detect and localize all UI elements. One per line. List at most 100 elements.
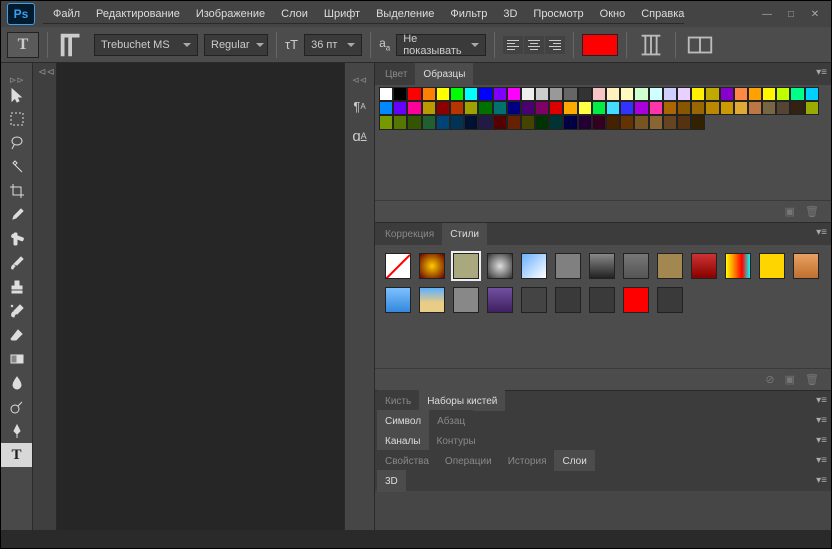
swatch[interactable] xyxy=(493,101,507,115)
swatch[interactable] xyxy=(663,101,677,115)
style-preset[interactable] xyxy=(521,287,547,313)
swatch[interactable] xyxy=(549,101,563,115)
swatch[interactable] xyxy=(393,115,407,129)
swatch[interactable] xyxy=(649,87,663,101)
tab-history[interactable]: История xyxy=(500,450,555,472)
swatch[interactable] xyxy=(705,101,719,115)
style-preset[interactable] xyxy=(453,287,479,313)
type-tool[interactable]: T xyxy=(1,443,32,467)
minimize-icon[interactable]: — xyxy=(755,5,779,23)
tab-styles[interactable]: Стили xyxy=(442,223,487,245)
blur-tool[interactable] xyxy=(1,371,32,395)
tab-paths[interactable]: Контуры xyxy=(429,430,484,452)
tab-3d[interactable]: 3D xyxy=(377,470,406,492)
swatch[interactable] xyxy=(720,87,734,101)
tool-preset[interactable]: T xyxy=(7,32,39,58)
crop-tool[interactable] xyxy=(1,179,32,203)
marquee-tool[interactable] xyxy=(1,107,32,131)
swatch[interactable] xyxy=(535,101,549,115)
swatch[interactable] xyxy=(634,115,648,129)
swatch[interactable] xyxy=(606,87,620,101)
swatch[interactable] xyxy=(663,87,677,101)
swatch[interactable] xyxy=(578,101,592,115)
tab-swatches[interactable]: Образцы xyxy=(415,63,473,85)
align-left-button[interactable] xyxy=(503,36,523,54)
swatch[interactable] xyxy=(563,115,577,129)
swatch[interactable] xyxy=(422,101,436,115)
menu-фильтр[interactable]: Фильтр xyxy=(450,8,487,20)
expand-dock-icon[interactable]: ⊲⊲ xyxy=(352,75,367,86)
swatch[interactable] xyxy=(790,101,804,115)
swatch[interactable] xyxy=(450,101,464,115)
swatch[interactable] xyxy=(734,101,748,115)
swatch[interactable] xyxy=(606,115,620,129)
align-right-button[interactable] xyxy=(545,36,565,54)
swatch[interactable] xyxy=(691,87,705,101)
menu-выделение[interactable]: Выделение xyxy=(376,8,434,20)
panel-menu-icon[interactable]: ▾≡ xyxy=(816,435,827,446)
panel-menu-icon[interactable]: ▾≡ xyxy=(816,67,827,78)
style-preset[interactable] xyxy=(657,287,683,313)
brush-tool[interactable] xyxy=(1,251,32,275)
swatch[interactable] xyxy=(464,101,478,115)
paragraph-panel-icon[interactable]: ¶A xyxy=(349,96,371,116)
swatch[interactable] xyxy=(407,87,421,101)
swatch[interactable] xyxy=(592,101,606,115)
swatch[interactable] xyxy=(436,115,450,129)
eyedropper-tool[interactable] xyxy=(1,203,32,227)
swatch[interactable] xyxy=(379,115,393,129)
swatch[interactable] xyxy=(507,87,521,101)
swatch[interactable] xyxy=(521,115,535,129)
style-preset[interactable] xyxy=(487,253,513,279)
swatch[interactable] xyxy=(620,87,634,101)
eraser-tool[interactable] xyxy=(1,323,32,347)
antialias-dropdown[interactable]: Не показывать xyxy=(396,34,486,56)
style-preset[interactable] xyxy=(555,287,581,313)
maximize-icon[interactable]: □ xyxy=(779,5,803,23)
panels-toggle-icon[interactable] xyxy=(684,32,716,58)
swatch[interactable] xyxy=(379,87,393,101)
tab-paragraph[interactable]: Абзац xyxy=(429,410,473,432)
swatch[interactable] xyxy=(393,87,407,101)
swatch[interactable] xyxy=(507,115,521,129)
menu-просмотр[interactable]: Просмотр xyxy=(533,8,583,20)
swatch[interactable] xyxy=(578,87,592,101)
menu-3d[interactable]: 3D xyxy=(503,8,517,20)
tab-layers[interactable]: Слои xyxy=(554,450,594,472)
swatch[interactable] xyxy=(634,87,648,101)
style-preset[interactable] xyxy=(589,287,615,313)
swatch[interactable] xyxy=(691,115,705,129)
swatch[interactable] xyxy=(436,87,450,101)
swatch[interactable] xyxy=(620,115,634,129)
swatch[interactable] xyxy=(521,101,535,115)
swatch[interactable] xyxy=(563,101,577,115)
style-preset[interactable] xyxy=(487,287,513,313)
tab-correction[interactable]: Коррекция xyxy=(377,223,442,245)
new-swatch-icon[interactable]: ▣ xyxy=(785,205,795,218)
panel-menu-icon[interactable]: ▾≡ xyxy=(816,395,827,406)
tab-actions[interactable]: Операции xyxy=(437,450,500,472)
menu-справка[interactable]: Справка xyxy=(641,8,684,20)
style-preset[interactable] xyxy=(657,253,683,279)
tab-properties[interactable]: Свойства xyxy=(377,450,437,472)
swatch[interactable] xyxy=(677,87,691,101)
swatch[interactable] xyxy=(422,87,436,101)
swatch[interactable] xyxy=(790,87,804,101)
swatch[interactable] xyxy=(663,115,677,129)
stamp-tool[interactable] xyxy=(1,275,32,299)
swatch[interactable] xyxy=(450,115,464,129)
swatch[interactable] xyxy=(748,101,762,115)
delete-icon[interactable]: 🗑 xyxy=(805,373,819,386)
swatch[interactable] xyxy=(563,87,577,101)
swatch[interactable] xyxy=(649,115,663,129)
swatch[interactable] xyxy=(592,87,606,101)
style-preset[interactable] xyxy=(385,253,411,279)
warp-text-icon[interactable] xyxy=(635,32,667,58)
style-preset[interactable] xyxy=(589,253,615,279)
style-preset[interactable] xyxy=(419,253,445,279)
swatch[interactable] xyxy=(407,115,421,129)
swatch[interactable] xyxy=(535,115,549,129)
delete-icon[interactable]: 🗑 xyxy=(805,205,819,218)
style-preset[interactable] xyxy=(691,253,717,279)
swatch[interactable] xyxy=(677,101,691,115)
